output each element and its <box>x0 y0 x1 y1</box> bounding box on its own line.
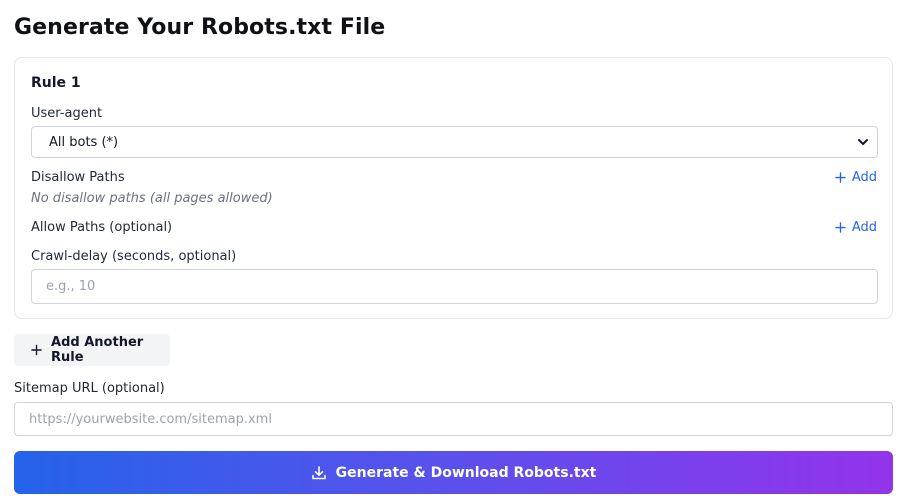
sitemap-url-input[interactable]: https://yourwebsite.com/sitemap.xml <box>14 402 893 436</box>
disallow-paths-label: Disallow Paths <box>31 170 125 185</box>
allow-paths-label: Allow Paths (optional) <box>31 220 173 235</box>
add-another-rule-label: Add Another Rule <box>51 335 144 365</box>
generate-download-label: Generate & Download Robots.txt <box>335 464 597 481</box>
sitemap-url-placeholder: https://yourwebsite.com/sitemap.xml <box>29 411 272 427</box>
user-agent-selected-value: All bots (*) <box>49 134 119 150</box>
add-allow-label: Add <box>851 220 877 235</box>
sitemap-url-label: Sitemap URL (optional) <box>14 381 165 396</box>
rule-title: Rule 1 <box>31 75 81 91</box>
add-allow-path-button[interactable]: Add <box>835 220 877 235</box>
download-icon <box>311 465 326 479</box>
rule-card: Rule 1 User-agent All bots (*) Disallow … <box>14 57 893 319</box>
plus-icon <box>835 172 846 183</box>
plus-icon <box>31 344 42 356</box>
crawl-delay-label: Crawl-delay (seconds, optional) <box>31 249 237 264</box>
plus-icon <box>835 222 846 233</box>
user-agent-label: User-agent <box>31 106 103 121</box>
generate-download-button[interactable]: Generate & Download Robots.txt <box>14 451 893 494</box>
page-title: Generate Your Robots.txt File <box>14 15 386 40</box>
crawl-delay-input[interactable]: e.g., 10 <box>31 269 878 304</box>
chevron-down-icon <box>858 139 868 145</box>
disallow-empty-message: No disallow paths (all pages allowed) <box>31 191 273 206</box>
user-agent-select[interactable]: All bots (*) <box>31 126 878 158</box>
add-another-rule-button[interactable]: Add Another Rule <box>14 334 170 366</box>
crawl-delay-placeholder: e.g., 10 <box>46 279 96 294</box>
add-disallow-path-button[interactable]: Add <box>835 170 877 185</box>
add-disallow-label: Add <box>851 170 877 185</box>
